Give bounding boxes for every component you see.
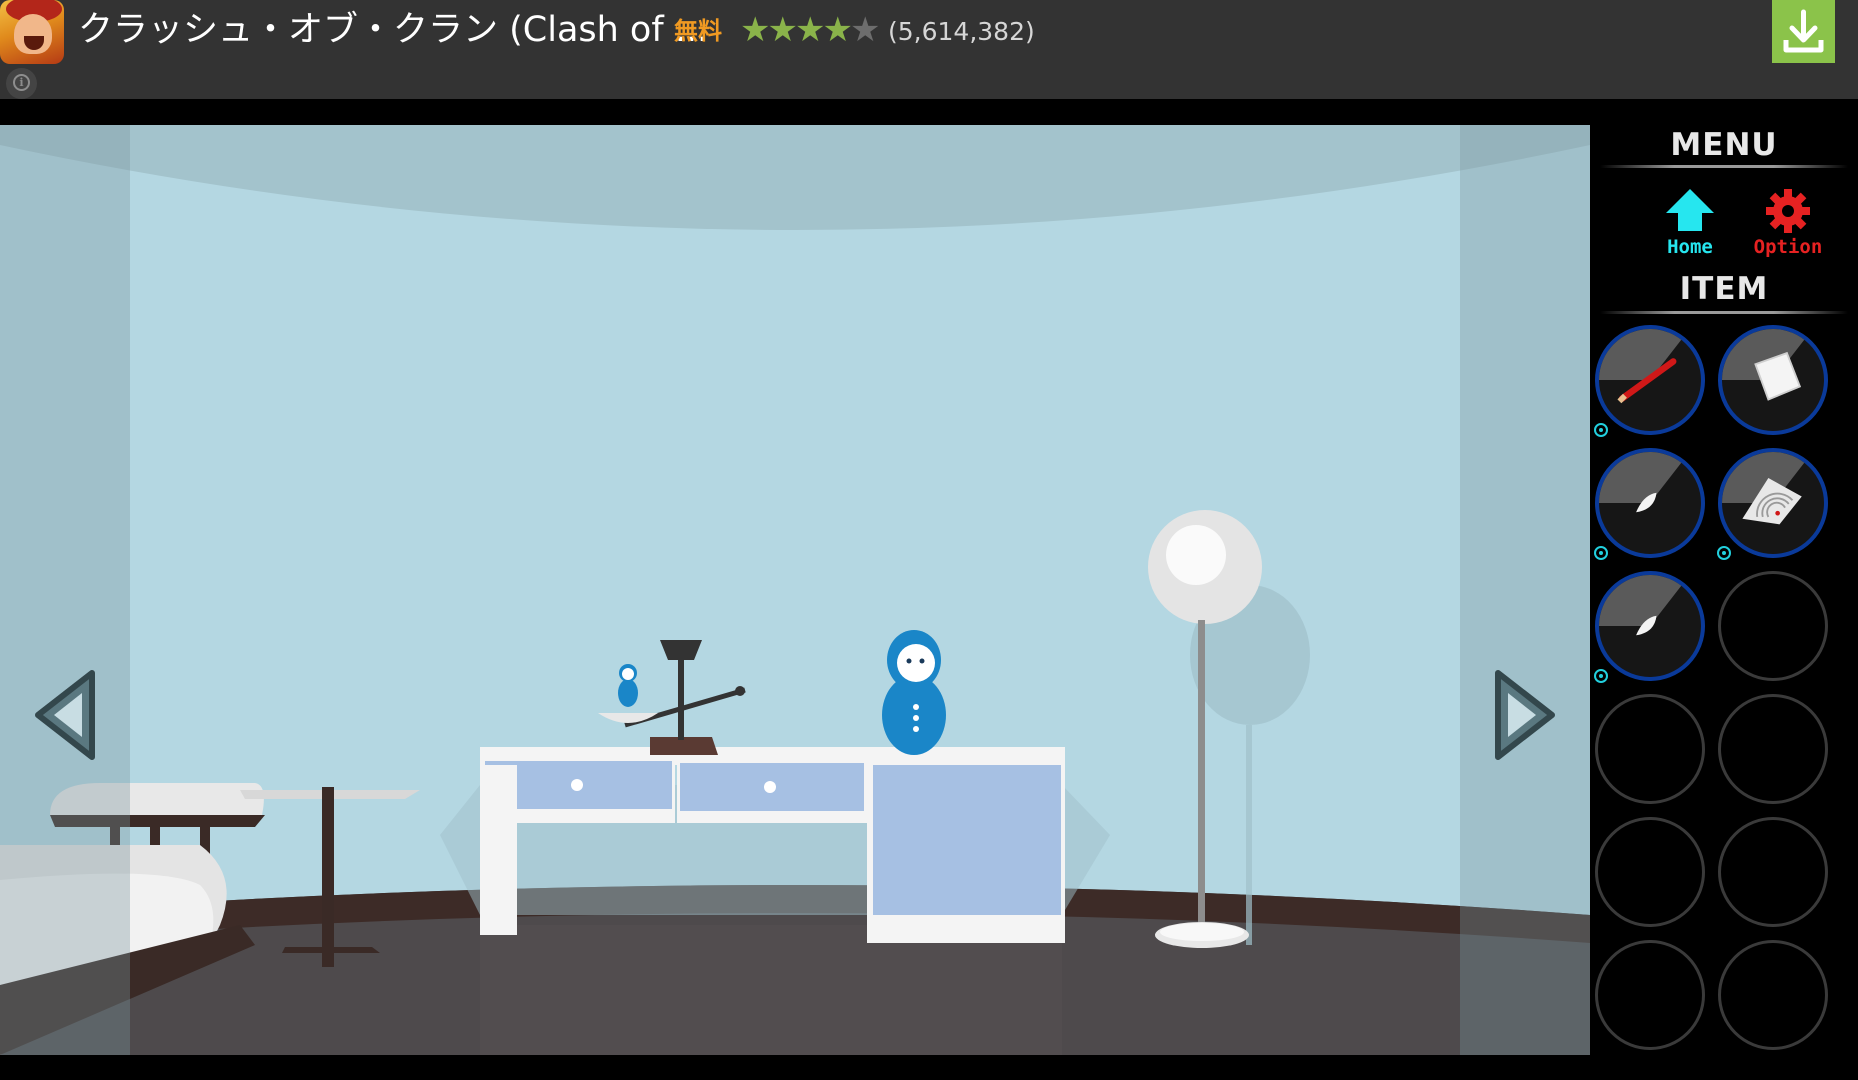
item-slot-fragment[interactable] — [1718, 448, 1828, 558]
item-indicator-icon — [1594, 423, 1608, 437]
item-slot-empty[interactable] — [1595, 940, 1705, 1050]
triangle-right-icon — [1495, 670, 1555, 760]
download-button[interactable] — [1772, 0, 1835, 63]
rating-count: (5,614,382) — [888, 17, 1035, 46]
item-slot-pencil[interactable] — [1595, 325, 1705, 435]
option-button[interactable]: Option — [1738, 183, 1838, 263]
item-slot-empty[interactable] — [1595, 694, 1705, 804]
item-slot-empty[interactable] — [1595, 817, 1705, 927]
navigate-left-button[interactable] — [30, 665, 100, 765]
side-menu: MENU Home Option ITEM — [1590, 125, 1858, 1055]
navigate-right-button[interactable] — [1490, 665, 1560, 765]
half-star-icon: ★ — [849, 10, 881, 50]
item-indicator-icon — [1594, 669, 1608, 683]
star-icon: ★ — [740, 10, 771, 50]
menu-header: MENU — [1670, 127, 1778, 163]
star-icon: ★ — [767, 10, 798, 50]
item-slot-empty[interactable] — [1718, 571, 1828, 681]
app-icon[interactable] — [0, 0, 64, 64]
home-label: Home — [1667, 236, 1713, 258]
red-pencil-icon — [1599, 329, 1683, 404]
item-slot-seed[interactable] — [1595, 448, 1705, 558]
home-icon — [1666, 189, 1714, 231]
item-header: ITEM — [1679, 271, 1769, 307]
item-indicator-icon — [1717, 546, 1731, 560]
ad-banner[interactable]: i クラッシュ・オブ・クラン (Clash of ... 無料 ★★★★★ (5… — [0, 0, 1858, 99]
divider — [1600, 311, 1848, 314]
white-seed-icon — [1599, 452, 1683, 513]
download-icon — [1783, 9, 1824, 53]
item-slot-paper[interactable] — [1718, 325, 1828, 435]
item-slot-empty[interactable] — [1718, 940, 1828, 1050]
triangle-left-icon — [35, 670, 95, 760]
item-slot-empty[interactable] — [1718, 694, 1828, 804]
price-label: 無料 — [674, 17, 722, 45]
option-label: Option — [1753, 236, 1823, 258]
game-room-view[interactable] — [0, 125, 1590, 1055]
home-button[interactable]: Home — [1640, 183, 1740, 263]
paper-note-icon — [1722, 329, 1806, 401]
item-slot-empty[interactable] — [1718, 817, 1828, 927]
item-indicator-icon — [1594, 546, 1608, 560]
star-icon: ★ — [794, 10, 826, 50]
divider — [1600, 165, 1848, 168]
white-seed-icon — [1599, 575, 1683, 636]
info-icon[interactable]: i — [6, 68, 37, 99]
item-slot-seed[interactable] — [1595, 571, 1705, 681]
gear-icon — [1766, 189, 1810, 233]
torn-paper-fragment-icon — [1722, 452, 1806, 525]
star-icon: ★ — [822, 10, 853, 50]
rating-stars: ★★★★★ — [740, 10, 881, 50]
room-illustration — [0, 125, 1590, 1055]
ad-title[interactable]: クラッシュ・オブ・クラン (Clash of ... — [78, 6, 708, 54]
